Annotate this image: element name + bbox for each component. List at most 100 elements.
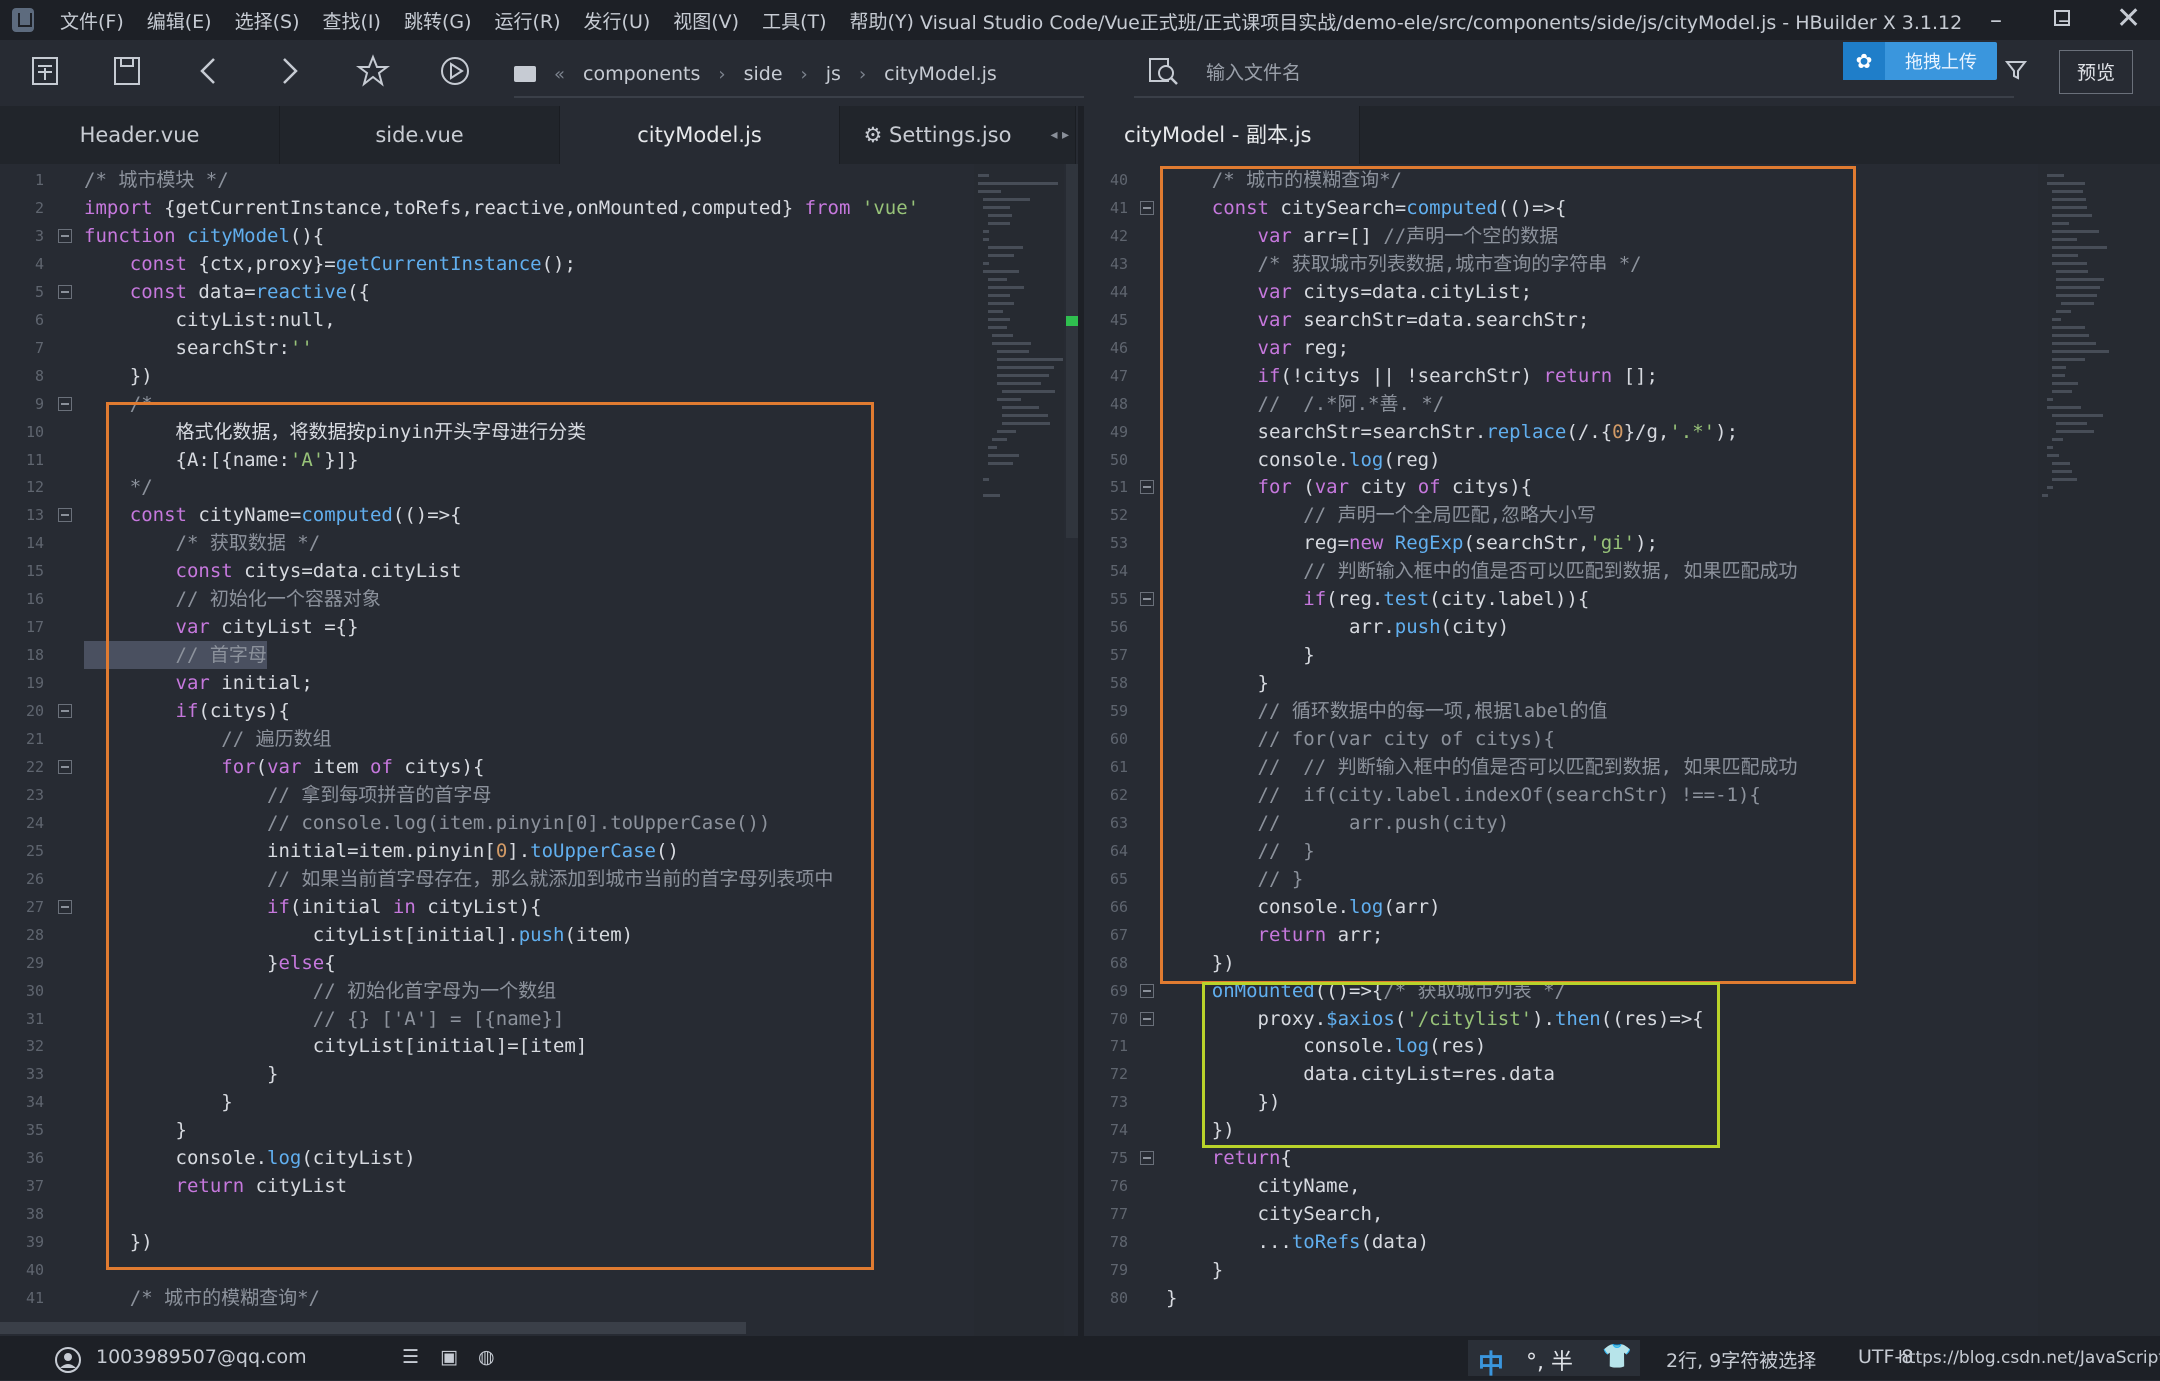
code-line[interactable]: 59 // 循环数据中的每一项,根据label的值 [1084, 697, 2038, 725]
code-line[interactable]: 33 } [0, 1060, 974, 1088]
menu-find[interactable]: 查找(I) [323, 7, 381, 34]
save-icon[interactable] [110, 54, 144, 88]
code-line[interactable]: 66 console.log(arr) [1084, 893, 2038, 921]
code-line[interactable]: 74 }) [1084, 1116, 2038, 1144]
code-line[interactable]: 62 // if(city.label.indexOf(searchStr) !… [1084, 781, 2038, 809]
search-file-icon[interactable] [1146, 54, 1180, 88]
code-line[interactable]: 78 ...toRefs(data) [1084, 1228, 2038, 1256]
tab-citymodel-copy-js[interactable]: cityModel - 副本.js [1084, 106, 1360, 164]
menu-view[interactable]: 视图(V) [673, 7, 739, 34]
fold-toggle-icon[interactable] [1140, 1011, 1154, 1026]
code-line[interactable]: 9 /* [0, 390, 974, 418]
left-horizontal-scrollbar[interactable] [0, 1322, 746, 1334]
code-line[interactable]: 72 data.cityList=res.data [1084, 1060, 2038, 1088]
code-line[interactable]: 31 // {} ['A'] = [{name}] [0, 1005, 974, 1033]
code-line[interactable]: 22 for(var item of citys){ [0, 753, 974, 781]
code-line[interactable]: 77 citySearch, [1084, 1200, 2038, 1228]
code-line[interactable]: 6 cityList:null, [0, 306, 974, 334]
code-line[interactable]: 61 // // 判断输入框中的值是否可以匹配到数据, 如果匹配成功 [1084, 753, 2038, 781]
code-line[interactable]: 75 return{ [1084, 1144, 2038, 1172]
code-line[interactable]: 24 // console.log(item.pinyin[0].toUpper… [0, 809, 974, 837]
tab-scroll-arrows-icon[interactable]: ◂ ▸ [1050, 106, 1069, 164]
menu-tools[interactable]: 工具(T) [762, 7, 826, 34]
code-line[interactable]: 32 cityList[initial]=[item] [0, 1032, 974, 1060]
star-icon[interactable] [356, 54, 390, 88]
browser-icon[interactable]: ◍ [478, 1346, 495, 1368]
tab-side-vue[interactable]: side.vue [280, 106, 560, 164]
outline-icon[interactable]: ☰ [402, 1346, 419, 1368]
user-avatar-icon[interactable] [54, 1346, 82, 1374]
selection-info[interactable]: 2行, 9字符被选择 [1666, 1346, 1816, 1373]
code-line[interactable]: 23 // 拿到每项拼音的首字母 [0, 781, 974, 809]
fold-toggle-icon[interactable] [1140, 1151, 1154, 1166]
code-line[interactable]: 69 onMounted(()=>{/* 获取城市列表 */ [1084, 977, 2038, 1005]
code-line[interactable]: 55 if(reg.test(city.label)){ [1084, 585, 2038, 613]
new-file-icon[interactable] [28, 54, 62, 88]
code-line[interactable]: 26 // 如果当前首字母存在，那么就添加到城市当前的首字母列表项中 [0, 865, 974, 893]
code-line[interactable]: 40 [0, 1256, 974, 1284]
fold-toggle-icon[interactable] [58, 759, 72, 774]
fold-toggle-icon[interactable] [58, 396, 72, 411]
menu-file[interactable]: 文件(F) [60, 7, 124, 34]
code-line[interactable]: 18 // 首字母 [0, 641, 974, 670]
code-line[interactable]: 70 proxy.$axios('/citylist').then((res)=… [1084, 1005, 2038, 1033]
code-line[interactable]: 76 cityName, [1084, 1172, 2038, 1200]
breadcrumb-components[interactable]: components [583, 63, 700, 85]
right-code-editor[interactable]: 40 /* 城市的模糊查询*/41 const citySearch=compu… [1084, 164, 2038, 1336]
code-line[interactable]: 63 // arr.push(city) [1084, 809, 2038, 837]
code-line[interactable]: 34 } [0, 1088, 974, 1116]
code-line[interactable]: 41 const citySearch=computed(()=>{ [1084, 194, 2038, 222]
code-line[interactable]: 45 var searchStr=data.searchStr; [1084, 306, 2038, 334]
back-icon[interactable] [192, 54, 226, 88]
menu-edit[interactable]: 编辑(E) [147, 7, 212, 34]
code-line[interactable]: 44 var citys=data.cityList; [1084, 278, 2038, 306]
user-account[interactable]: 1003989507@qq.com [96, 1346, 307, 1368]
terminal-icon[interactable]: ▣ [440, 1346, 458, 1368]
forward-icon[interactable] [272, 54, 306, 88]
code-line[interactable]: 10 格式化数据，将数据按pinyin开头字母进行分类 [0, 418, 974, 446]
code-line[interactable]: 5 const data=reactive({ [0, 278, 974, 306]
code-line[interactable]: 51 for (var city of citys){ [1084, 473, 2038, 501]
code-line[interactable]: 47 if(!citys || !searchStr) return []; [1084, 362, 2038, 390]
breadcrumb-file[interactable]: cityModel.js [884, 63, 997, 85]
preview-button[interactable]: 预览 [2059, 50, 2133, 94]
code-line[interactable]: 38 [0, 1200, 974, 1228]
code-line[interactable]: 36 console.log(cityList) [0, 1144, 974, 1172]
ime-skin-icon[interactable]: 👕 [1602, 1342, 1632, 1370]
minimize-icon[interactable]: – [1976, 4, 2016, 36]
right-minimap[interactable] [2038, 164, 2160, 1336]
code-line[interactable]: 14 /* 获取数据 */ [0, 529, 974, 557]
menu-goto[interactable]: 跳转(G) [404, 7, 472, 34]
code-line[interactable]: 60 // for(var city of citys){ [1084, 725, 2038, 753]
code-line[interactable]: 48 // /.*阿.*善. */ [1084, 390, 2038, 418]
fold-toggle-icon[interactable] [58, 508, 72, 523]
tab-citymodel-js[interactable]: cityModel.js [560, 106, 840, 164]
left-code-editor[interactable]: 1 /* 城市模块 */ 2 import {getCurrentInstance,t… [0, 164, 974, 1336]
code-line[interactable]: 53 reg=new RegExp(searchStr,'gi'); [1084, 529, 2038, 557]
code-line[interactable]: 11 {A:[{name:'A'}]} [0, 446, 974, 474]
code-line[interactable]: 80} [1084, 1284, 2038, 1312]
code-line[interactable]: 49 searchStr=searchStr.replace(/.{0}/g,'… [1084, 418, 2038, 446]
code-line[interactable]: 17 var cityList ={} [0, 613, 974, 641]
menu-run[interactable]: 运行(R) [495, 7, 561, 34]
code-line[interactable]: 2 import {getCurrentInstance,toRefs,react… [0, 194, 974, 222]
tab-header-vue[interactable]: Header.vue [0, 106, 280, 164]
menu-help[interactable]: 帮助(Y) [850, 7, 914, 34]
code-line[interactable]: 35 } [0, 1116, 974, 1144]
fold-toggle-icon[interactable] [58, 704, 72, 719]
code-line[interactable]: 56 arr.push(city) [1084, 613, 2038, 641]
code-line[interactable]: 21 // 遍历数组 [0, 725, 974, 753]
ime-punct-mode[interactable]: °, 半 [1526, 1344, 1573, 1376]
fold-toggle-icon[interactable] [58, 284, 72, 299]
code-line[interactable]: 42 var arr=[] //声明一个空的数据 [1084, 222, 2038, 250]
code-line[interactable]: 27 if(initial in cityList){ [0, 893, 974, 921]
code-line[interactable]: 79 } [1084, 1256, 2038, 1284]
maximize-icon[interactable] [2054, 10, 2070, 26]
code-line[interactable]: 64 // } [1084, 837, 2038, 865]
fold-toggle-icon[interactable] [1140, 480, 1154, 495]
code-line[interactable]: 71 console.log(res) [1084, 1032, 2038, 1060]
fold-toggle-icon[interactable] [58, 899, 72, 914]
code-line[interactable]: 28 cityList[initial].push(item) [0, 921, 974, 949]
code-line[interactable]: 54 // 判断输入框中的值是否可以匹配到数据, 如果匹配成功 [1084, 557, 2038, 585]
upload-button[interactable]: ✿ 拖拽上传 [1843, 42, 1997, 80]
